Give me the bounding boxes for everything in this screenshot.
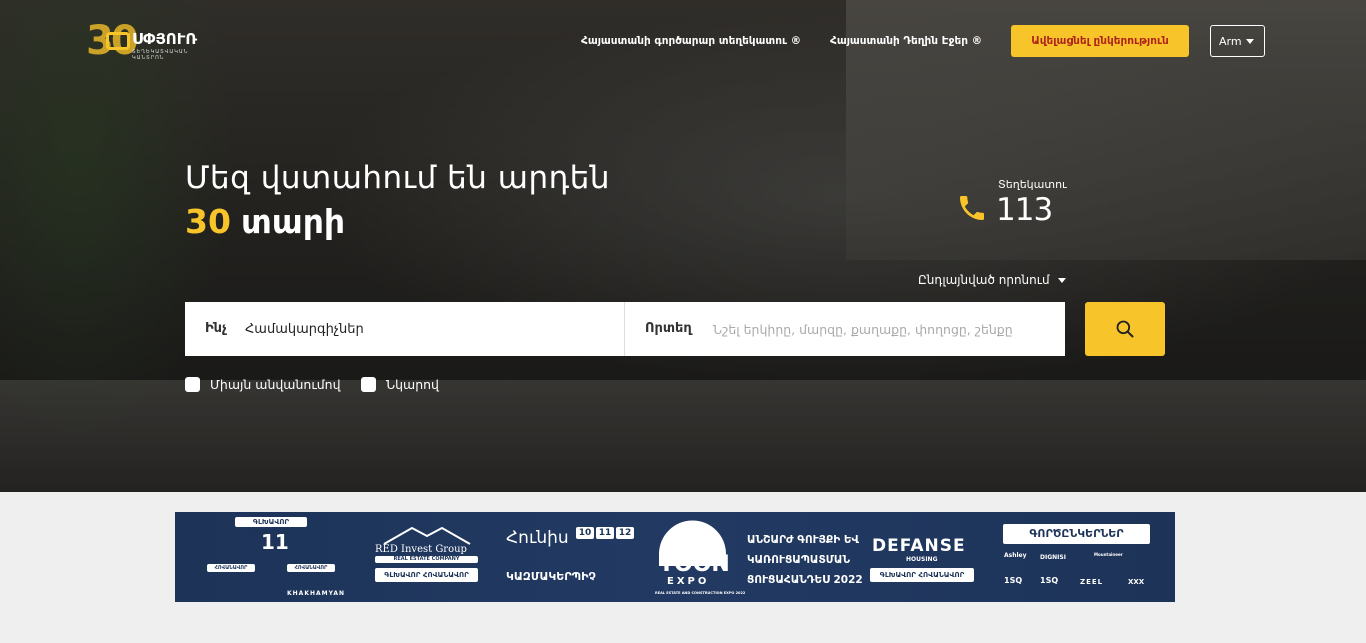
phone-number: 113 <box>996 192 1053 228</box>
headline-years: 30 <box>185 202 231 241</box>
banner-sponsor-sub2: ՀՈՎԱՆԱՎՈՐ <box>287 564 335 572</box>
banner-exhibition-line1: ԱՆՇԱՐԺ ԳՈՒՅՔԻ ԵՎ <box>747 534 860 546</box>
search-where-label: Որտեղ <box>645 321 692 336</box>
banner-exhibition-line2: ԿԱՌՈՒՑԱՊԱՏՄԱՆ <box>747 554 850 566</box>
banner-red-invest: RED Invest Group REAL ESTATE COMPANY ԳԼԽ… <box>370 512 490 602</box>
add-company-button[interactable]: Ավելացնել ընկերություն <box>1011 25 1189 57</box>
banner-red-invest-name: RED Invest Group <box>375 544 467 555</box>
top-navbar: 30 ՍՓՅՈՒՌ ՏԵՂԵԿԱՏՎԱԿԱՆ ԿԱՆՏՐՈՆ Հայաստանի… <box>0 18 1366 64</box>
filter-name-only-label: Միայն անվանումով <box>210 377 341 392</box>
house-icon <box>383 526 471 545</box>
logo-brand: ՍՓՅՈՒՌ <box>132 30 198 48</box>
search-icon <box>1116 320 1134 338</box>
banner-general-sponsor: ԳԼԽԱՎՈՐ ՀՈՎԱՆԱՎՈՐ <box>375 568 478 582</box>
search-where-field: Որտեղ <box>625 302 1065 356</box>
partner-4: 1SQ <box>1004 576 1023 585</box>
partner-6: ZEEL <box>1080 578 1104 586</box>
banner-day-2: 11 <box>596 527 614 539</box>
banner-11-logo: 11 <box>261 530 289 554</box>
headline-years-word: տարի <box>240 202 346 241</box>
banner-defanse-sub: HOUSING <box>906 556 938 563</box>
logo-box-icon <box>106 32 130 50</box>
banner-partners-title: ԳՈՐԾԸՆԿԵՐՆԵՐ <box>1003 524 1150 544</box>
checkbox-name-only[interactable] <box>185 377 200 392</box>
banner-toon: TOON <box>659 552 730 577</box>
filter-name-only[interactable]: Միայն անվանումով <box>185 377 341 392</box>
advanced-search-label: Ընդլայնված որոնում <box>918 273 1050 287</box>
banner-defanse: DEFANSE HOUSING ԳԼԽԱՎՈՐ ՀՈՎԱՆԱՎՈՐ <box>870 512 980 602</box>
language-value: Arm <box>1219 34 1242 48</box>
banner-sponsor-sub1: ՀՈՎԱՆԱՎՈՐ <box>207 564 255 572</box>
nav-yellow-pages[interactable]: Հայաստանի Դեղին Էջեր ® <box>830 35 982 47</box>
filter-with-photo-label: Նկարով <box>386 377 439 392</box>
headline-line1: Մեզ վստահում են արդեն <box>185 160 611 196</box>
banner-red-invest-sub: REAL ESTATE COMPANY <box>375 556 478 563</box>
hero-overlay <box>0 0 1366 492</box>
partner-5: 1SQ <box>1040 576 1059 585</box>
banner-exhibition: ԱՆՇԱՐԺ ԳՈՒՅՔԻ ԵՎ ԿԱՌՈՒՑԱՊԱՏՄԱՆ ՑՈՒՑԱՀԱՆԴ… <box>747 512 863 602</box>
logo-tagline: ՏԵՂԵԿԱՏՎԱԿԱՆ ԿԱՆՏՐՈՆ <box>132 49 189 61</box>
language-select[interactable]: Arm <box>1210 25 1265 57</box>
nav-business-directory[interactable]: Հայաստանի գործարար տեղեկատու ® <box>581 35 801 47</box>
partner-1: Ashley <box>1004 552 1027 559</box>
chevron-down-icon <box>1246 39 1254 44</box>
phone-icon <box>960 196 984 220</box>
search-form: Ինչ Որտեղ <box>185 302 1065 356</box>
partner-3: Mountaineer <box>1094 552 1123 557</box>
advanced-search-toggle[interactable]: Ընդլայնված որոնում <box>918 273 1066 287</box>
phone-label: Տեղեկատու <box>998 178 1067 191</box>
search-where-input[interactable] <box>713 316 1053 342</box>
filter-with-photo[interactable]: Նկարով <box>361 377 439 392</box>
banner-expo-sub: REAL ESTATE AND CONSTRUCTION EXPO 2022 <box>655 591 746 595</box>
headline-line2: 30 տարի <box>185 202 610 241</box>
hero-section: 30 ՍՓՅՈՒՌ ՏԵՂԵԿԱՏՎԱԿԱՆ ԿԱՆՏՐՈՆ Հայաստանի… <box>0 0 1366 492</box>
search-button[interactable] <box>1085 302 1165 356</box>
banner-toon-expo: TOON EXPO REAL ESTATE AND CONSTRUCTION E… <box>655 514 745 600</box>
expo-banner[interactable]: ԳԼԽԱՎՈՐ ԳՈՐԾԸՆԿԵՐ 11 ՀՈՎԱՆԱՎՈՐ ՀՈՎԱՆԱՎՈՐ… <box>175 512 1175 602</box>
banner-expo: EXPO <box>667 576 710 587</box>
search-what-field: Ինչ <box>185 302 625 356</box>
partner-2: DIGNISI <box>1040 554 1066 561</box>
banner-partners: ԳՈՐԾԸՆԿԵՐՆԵՐ Ashley DIGNISI Mountaineer … <box>1000 512 1175 602</box>
search-what-label: Ինչ <box>205 321 227 336</box>
banner-organizer: ԿԱԶՄԱԿԵՐՊԻՉ <box>506 570 596 583</box>
banner-month: Հունիս <box>506 528 569 548</box>
site-logo[interactable]: 30 ՍՓՅՈՒՌ ՏԵՂԵԿԱՏՎԱԿԱՆ ԿԱՆՏՐՈՆ <box>86 18 206 64</box>
banner-dates: Հունիս 10 11 12 ԿԱԶՄԱԿԵՐՊԻՉ <box>500 512 650 602</box>
banner-sponsors-title: ԳԼԽԱՎՈՐ ԳՈՐԾԸՆԿԵՐ <box>235 517 307 536</box>
banner-exhibition-line3: ՑՈՒՑԱՀԱՆԴԵՍ 2022 <box>747 574 863 586</box>
hero-headline: Մեզ վստահում են արդեն 30 տարի <box>185 160 610 241</box>
partner-7: XXX <box>1128 578 1145 586</box>
banner-sponsors: ԳԼԽԱՎՈՐ ԳՈՐԾԸՆԿԵՐ 11 ՀՈՎԱՆԱՎՈՐ ՀՈՎԱՆԱՎՈՐ… <box>175 512 355 602</box>
banner-day-1: 10 <box>576 527 594 539</box>
chevron-down-icon <box>1057 278 1066 283</box>
banner-defanse-sponsor: ԳԼԽԱՎՈՐ ՀՈՎԱՆԱՎՈՐ <box>870 568 974 582</box>
search-what-input[interactable] <box>245 316 605 342</box>
banner-sponsor-brand: KHAKHAMYAN <box>287 590 346 597</box>
banner-day-3: 12 <box>616 527 634 539</box>
banner-defanse-name: DEFANSE <box>872 536 966 556</box>
checkbox-with-photo[interactable] <box>361 377 376 392</box>
